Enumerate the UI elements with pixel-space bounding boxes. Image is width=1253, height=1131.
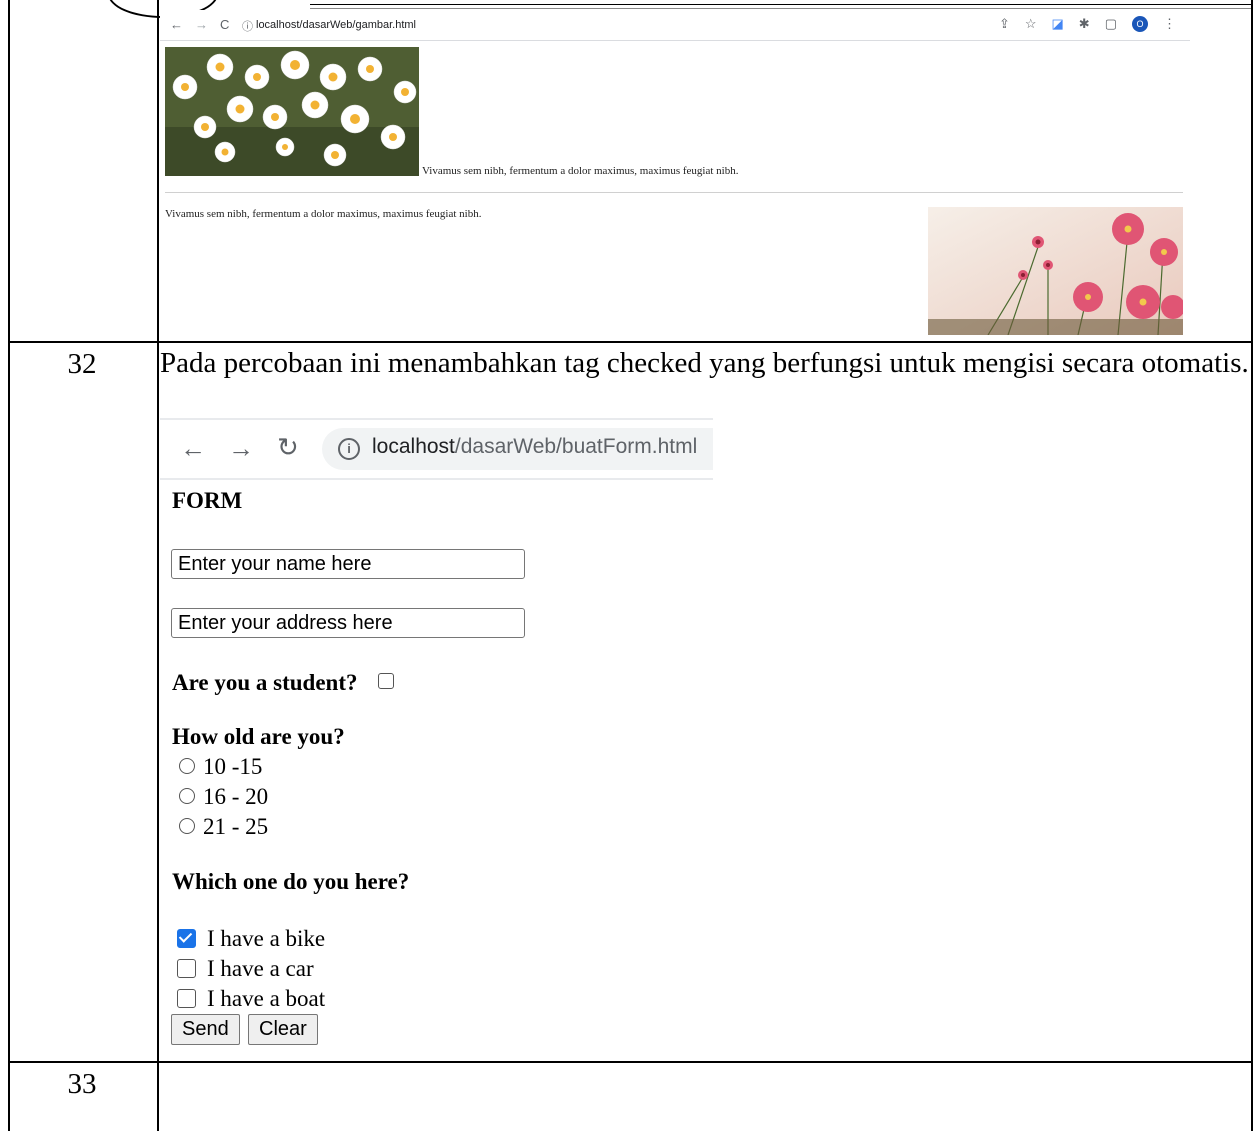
description-paragraph: Pada percobaan ini menambahkan tag check… bbox=[160, 347, 1249, 379]
image-caption-left: Vivamus sem nibh, fermentum a dolor maxi… bbox=[165, 208, 482, 220]
header-rule-secondary bbox=[310, 8, 1253, 9]
clear-button[interactable]: Clear bbox=[248, 1014, 318, 1045]
age-option-label: 10 -15 bbox=[203, 754, 263, 779]
student-checkbox[interactable] bbox=[378, 673, 394, 689]
back-icon[interactable]: ← bbox=[170, 17, 183, 32]
vehicle-option-label: I have a car bbox=[207, 956, 314, 981]
share-icon[interactable]: ⇪ bbox=[999, 16, 1010, 32]
avatar[interactable]: O bbox=[1132, 16, 1148, 32]
age-radio-21-25[interactable] bbox=[179, 818, 195, 834]
toolbar-icons: ⇪ ☆ ◪ ✱ ▢ O ⋮ bbox=[999, 16, 1176, 32]
menu-icon[interactable]: ⋮ bbox=[1163, 16, 1176, 32]
form-title: FORM bbox=[172, 488, 243, 513]
student-question: Are you a student? bbox=[172, 670, 358, 695]
reload-icon[interactable]: ↻ bbox=[277, 433, 299, 463]
forward-icon[interactable]: → bbox=[195, 17, 208, 32]
table-row-line-2 bbox=[8, 1061, 1253, 1063]
translate-icon[interactable]: ◪ bbox=[1052, 16, 1064, 32]
screenshot-gambar: ← → C ⓘ localhost/dasarWeb/gambar.html ⇪… bbox=[160, 10, 1190, 340]
age-radio-10-15[interactable] bbox=[179, 758, 195, 774]
age-option-label: 21 - 25 bbox=[203, 814, 269, 839]
table-border-left bbox=[8, 0, 10, 1131]
extensions-icon[interactable]: ✱ bbox=[1079, 16, 1090, 32]
age-option-label: 16 - 20 bbox=[203, 784, 269, 809]
age-question: How old are you? bbox=[172, 724, 345, 749]
address-input[interactable] bbox=[171, 608, 525, 638]
send-button[interactable]: Send bbox=[171, 1014, 240, 1045]
image-caption-right: Vivamus sem nibh, fermentum a dolor maxi… bbox=[422, 165, 739, 177]
vehicle-question: Which one do you here? bbox=[172, 869, 410, 894]
daisy-image bbox=[165, 47, 419, 176]
address-bar[interactable]: localhost/dasarWeb/gambar.html bbox=[256, 19, 416, 31]
star-icon[interactable]: ☆ bbox=[1025, 16, 1037, 32]
header-rule bbox=[310, 4, 1253, 5]
forward-icon[interactable]: → bbox=[228, 433, 254, 464]
address-bar-url: localhost/dasarWeb/buatForm.html bbox=[372, 435, 698, 458]
sidepanel-icon[interactable]: ▢ bbox=[1105, 16, 1117, 32]
row-number-33: 33 bbox=[67, 1068, 97, 1100]
browser-toolbar-form: ← → ↻ i localhost/dasarWeb/buatForm.html bbox=[160, 418, 713, 480]
car-checkbox[interactable] bbox=[177, 959, 196, 978]
info-icon: ⓘ bbox=[242, 21, 253, 33]
back-icon[interactable]: ← bbox=[180, 433, 206, 464]
browser-toolbar: ← → C ⓘ localhost/dasarWeb/gambar.html ⇪… bbox=[160, 10, 1190, 41]
info-icon[interactable]: i bbox=[338, 438, 360, 460]
cosmos-flower-image bbox=[928, 207, 1183, 335]
horizontal-rule bbox=[165, 192, 1183, 193]
reload-icon[interactable]: C bbox=[220, 17, 229, 32]
table-row-line-1 bbox=[8, 341, 1253, 343]
name-input[interactable] bbox=[171, 549, 525, 579]
vehicle-option-label: I have a bike bbox=[207, 926, 326, 951]
table-border-divider bbox=[157, 0, 159, 1131]
age-radio-16-20[interactable] bbox=[179, 788, 195, 804]
row-number-32: 32 bbox=[67, 348, 97, 380]
vehicle-option-label: I have a boat bbox=[207, 986, 326, 1011]
boat-checkbox[interactable] bbox=[177, 989, 196, 1008]
bike-checkbox[interactable] bbox=[177, 929, 196, 948]
